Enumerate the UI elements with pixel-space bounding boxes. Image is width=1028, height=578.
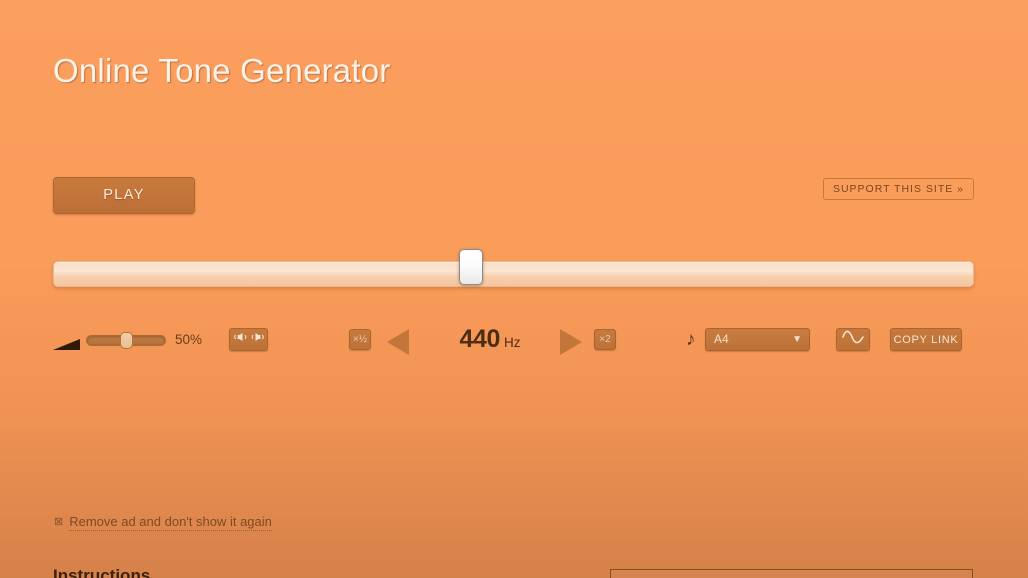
page-title: Online Tone Generator (53, 52, 391, 89)
stereo-balance-button[interactable] (229, 328, 268, 351)
chevron-down-icon: ▼ (792, 334, 802, 345)
double-frequency-button[interactable]: ×2 (594, 329, 616, 350)
waveform-button[interactable] (836, 328, 870, 351)
copy-link-button[interactable]: COPY LINK (890, 328, 962, 351)
instructions-heading: Instructions (53, 566, 151, 578)
music-note-icon: ♪ (686, 329, 696, 350)
note-select[interactable]: A4 ▼ (705, 328, 810, 351)
note-select-value: A4 (714, 332, 729, 346)
frequency-unit: Hz (504, 335, 521, 350)
triangle-left-icon[interactable] (385, 327, 411, 357)
remove-ad-label: Remove ad and don't show it again (69, 514, 272, 531)
sine-wave-icon (841, 330, 865, 349)
remove-ad-link[interactable]: ⊠ Remove ad and don't show it again (54, 514, 272, 531)
controls-bar: 50% ×½ 440 Hz ×2 ♪ A4 ▼ COPY LINK (0, 325, 1028, 361)
play-button[interactable]: PLAY (53, 177, 195, 214)
volume-wedge-icon (53, 339, 81, 351)
halve-frequency-button[interactable]: ×½ (349, 329, 371, 350)
triangle-right-icon[interactable] (558, 327, 584, 357)
frequency-readout: 440 Hz (440, 325, 540, 354)
frequency-value: 440 (459, 325, 500, 353)
volume-slider-thumb[interactable] (119, 332, 133, 349)
volume-percent-label: 50% (175, 332, 203, 347)
frequency-slider-thumb[interactable] (459, 249, 484, 285)
ad-placeholder-box (610, 569, 973, 578)
close-box-icon: ⊠ (54, 516, 64, 528)
volume-slider[interactable] (86, 332, 166, 349)
frequency-slider-track[interactable] (53, 261, 974, 287)
frequency-slider[interactable] (53, 249, 974, 287)
stereo-balance-icon (233, 330, 264, 349)
support-this-site-button[interactable]: SUPPORT THIS SITE » (822, 178, 974, 200)
